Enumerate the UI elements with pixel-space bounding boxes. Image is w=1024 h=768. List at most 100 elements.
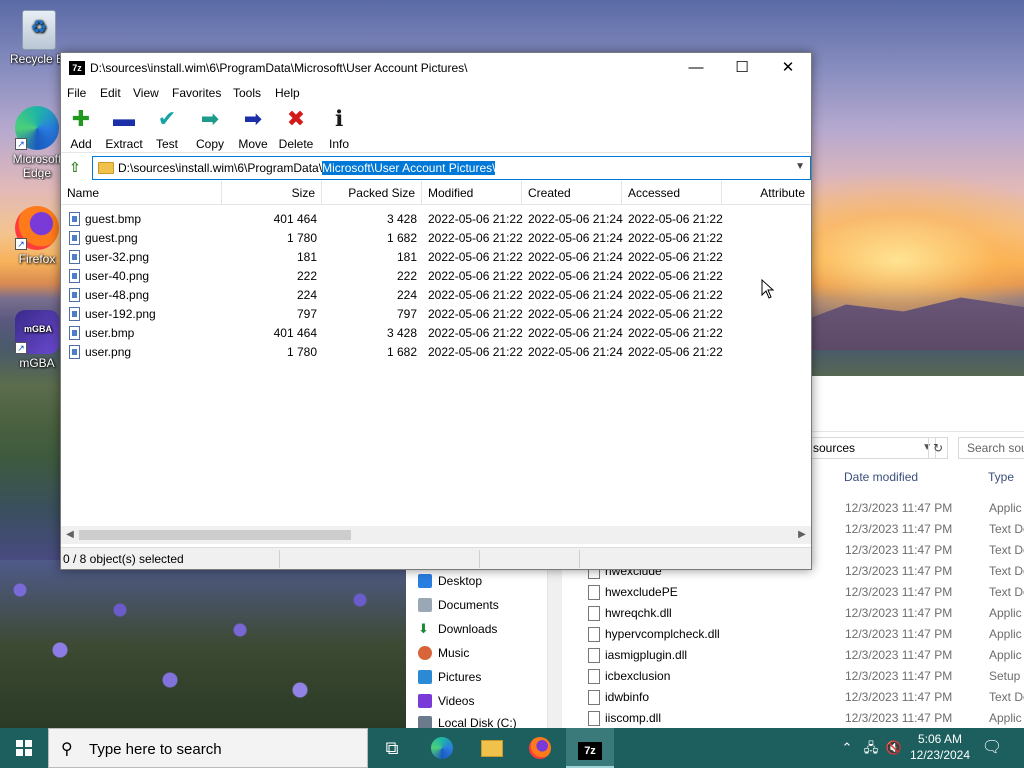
explorer-file-date: 12/3/2023 11:47 PM	[845, 669, 953, 683]
status-divider	[479, 550, 480, 568]
explorer-address-bar[interactable]: sources ▼	[810, 437, 936, 459]
explorer-file-date: 12/3/2023 11:47 PM	[845, 690, 953, 704]
nav-item-desktop[interactable]: Desktop	[418, 570, 482, 592]
extract-label: Extract	[105, 137, 143, 151]
file-modified: 2022-05-06 21:22	[428, 231, 523, 245]
file-row[interactable]: user-48.png 224 224 2022-05-06 21:22 2022-05…	[61, 286, 811, 305]
delete-button[interactable]: ✖ Delete	[276, 107, 316, 152]
column-header-created[interactable]: Created	[522, 181, 622, 205]
notifications-icon[interactable]: 🗨	[980, 728, 1004, 768]
explorer-file-row[interactable]: hwreqchk.dll 12/3/2023 11:47 PM Applic	[586, 603, 1024, 624]
file-modified: 2022-05-06 21:22	[428, 307, 523, 321]
chevron-up-icon[interactable]: ⌃	[838, 728, 856, 768]
extract-button[interactable]: ▬ Extract	[104, 107, 144, 152]
explorer-file-row[interactable]: idwbinfo 12/3/2023 11:47 PM Text Do	[586, 687, 1024, 708]
taskbar: ⚲ Type here to search ⧉ 7z ⌃ 🖧 🔇 5:06 AM…	[0, 728, 1024, 768]
explorer-file-type: Text Do	[989, 564, 1024, 578]
file-icon	[588, 606, 600, 621]
menu-view[interactable]: View	[133, 86, 159, 100]
menu-tools[interactable]: Tools	[233, 86, 261, 100]
start-button[interactable]	[0, 728, 48, 768]
file-name: user.bmp	[85, 326, 135, 340]
nav-item-downloads[interactable]: ⬇ Downloads	[418, 618, 497, 640]
menu-file[interactable]: File	[67, 86, 86, 100]
column-header-type[interactable]: Type	[988, 470, 1014, 484]
image-file-icon	[69, 269, 80, 283]
file-packed-size: 224	[396, 288, 417, 302]
column-header-attributes[interactable]: Attribute	[722, 181, 811, 205]
file-row[interactable]: user-40.png 222 222 2022-05-06 21:22 2022-05…	[61, 267, 811, 286]
7zip-taskbar-button[interactable]: 7z	[566, 728, 614, 768]
firefox-taskbar-button[interactable]	[516, 728, 564, 768]
column-header-size[interactable]: Size	[222, 181, 322, 205]
explorer-file-row[interactable]: icbexclusion 12/3/2023 11:47 PM Setup I	[586, 666, 1024, 687]
add-button[interactable]: ✚ Add	[61, 107, 101, 152]
scroll-left-icon[interactable]: ◀	[61, 526, 79, 544]
status-bar: 0 / 8 object(s) selected	[61, 547, 811, 569]
scroll-right-icon[interactable]: ▶	[793, 526, 811, 544]
clock-time: 5:06 AM	[917, 732, 963, 746]
file-explorer-taskbar-button[interactable]	[468, 728, 516, 768]
taskbar-search-box[interactable]: ⚲ Type here to search	[48, 728, 368, 768]
nav-item-documents[interactable]: Documents	[418, 594, 499, 616]
file-row[interactable]: guest.png 1 780 1 682 2022-05-06 21:22 2022-…	[61, 229, 811, 248]
explorer-search-input[interactable]: Search sou	[958, 437, 1024, 459]
file-list[interactable]: Name Size Packed Size Modified Created A…	[61, 181, 811, 526]
desktop-icon-edge[interactable]: ↗ Microsoft Edge	[8, 106, 66, 180]
maximize-button[interactable]: ☐	[719, 53, 765, 83]
desktop-icon-firefox[interactable]: ↗ Firefox	[8, 206, 66, 266]
close-button[interactable]: ✕	[765, 53, 811, 83]
menu-help[interactable]: Help	[275, 86, 300, 100]
column-header-accessed[interactable]: Accessed	[622, 181, 722, 205]
file-row[interactable]: user.png 1 780 1 682 2022-05-06 21:22 2022-0…	[61, 343, 811, 362]
nav-item-videos[interactable]: Videos	[418, 690, 474, 712]
volume-muted-icon[interactable]: 🔇	[884, 728, 904, 768]
explorer-file-row[interactable]: hypervcomplcheck.dll 12/3/2023 11:47 PM Ap…	[586, 624, 1024, 645]
system-clock[interactable]: 5:06 AM 12/23/2024	[904, 731, 976, 763]
horizontal-scrollbar[interactable]: ◀ ▶	[61, 526, 811, 544]
file-row[interactable]: user.bmp 401 464 3 428 2022-05-06 21:22 2022…	[61, 324, 811, 343]
refresh-icon[interactable]: ↻	[928, 437, 948, 459]
chevron-down-icon[interactable]: ▼	[795, 161, 805, 172]
desktop-icon-label: Microsoft Edge	[12, 152, 62, 180]
nav-pane-scrollbar[interactable]	[548, 570, 562, 728]
7zip-file-manager-window[interactable]: 7z D:\sources\install.wim\6\ProgramData\…	[60, 52, 812, 570]
network-icon[interactable]: 🖧	[860, 728, 882, 768]
path-input[interactable]: D:\sources\install.wim\6\ProgramData\Mic…	[92, 156, 811, 180]
explorer-file-date: 12/3/2023 11:47 PM	[845, 522, 953, 536]
file-modified: 2022-05-06 21:22	[428, 250, 523, 264]
up-folder-icon[interactable]: ⇧	[67, 159, 83, 175]
file-row[interactable]: guest.bmp 401 464 3 428 2022-05-06 21:22 202…	[61, 210, 811, 229]
task-view-icon[interactable]: ⧉	[368, 728, 416, 768]
column-header-name[interactable]: Name	[61, 181, 222, 205]
scrollbar-thumb[interactable]	[79, 530, 351, 540]
explorer-file-row[interactable]: iasmigplugin.dll 12/3/2023 11:47 PM Applic	[586, 645, 1024, 666]
column-header-date-modified[interactable]: Date modified	[844, 470, 918, 484]
move-button[interactable]: ➡ Move	[233, 107, 273, 152]
column-header-packed-size[interactable]: Packed Size	[322, 181, 422, 205]
file-packed-size: 1 682	[386, 231, 417, 245]
add-label: Add	[70, 137, 92, 151]
file-created: 2022-05-06 21:24	[528, 250, 623, 264]
column-header-row: Name Size Packed Size Modified Created A…	[61, 181, 811, 205]
test-button[interactable]: ✔ Test	[147, 106, 187, 152]
minimize-button[interactable]: —	[673, 53, 719, 83]
title-bar[interactable]: 7z D:\sources\install.wim\6\ProgramData\…	[61, 53, 811, 83]
7zip-icon: 7z	[578, 742, 602, 760]
explorer-file-date: 12/3/2023 11:47 PM	[845, 543, 953, 557]
nav-item-music[interactable]: Music	[418, 642, 469, 664]
file-row[interactable]: user-32.png 181 181 2022-05-06 21:22 2022-05…	[61, 248, 811, 267]
test-icon: ✔	[157, 106, 177, 131]
explorer-file-row[interactable]: iiscomp.dll 12/3/2023 11:47 PM Applic	[586, 708, 1024, 729]
menu-edit[interactable]: Edit	[100, 86, 121, 100]
column-header-modified[interactable]: Modified	[422, 181, 522, 205]
nav-item-pictures[interactable]: Pictures	[418, 666, 481, 688]
explorer-file-row[interactable]: hwexcludePE 12/3/2023 11:47 PM Text Do	[586, 582, 1024, 603]
menu-favorites[interactable]: Favorites	[172, 86, 221, 100]
explorer-file-date: 12/3/2023 11:47 PM	[845, 585, 953, 599]
file-row[interactable]: user-192.png 797 797 2022-05-06 21:22 2022-0…	[61, 305, 811, 324]
edge-taskbar-button[interactable]	[418, 728, 466, 768]
desktop-icon-mgba[interactable]: mGBA ↗ mGBA	[8, 310, 66, 370]
copy-button[interactable]: ➡ Copy	[190, 107, 230, 152]
info-button[interactable]: ℹ Info	[319, 107, 359, 152]
